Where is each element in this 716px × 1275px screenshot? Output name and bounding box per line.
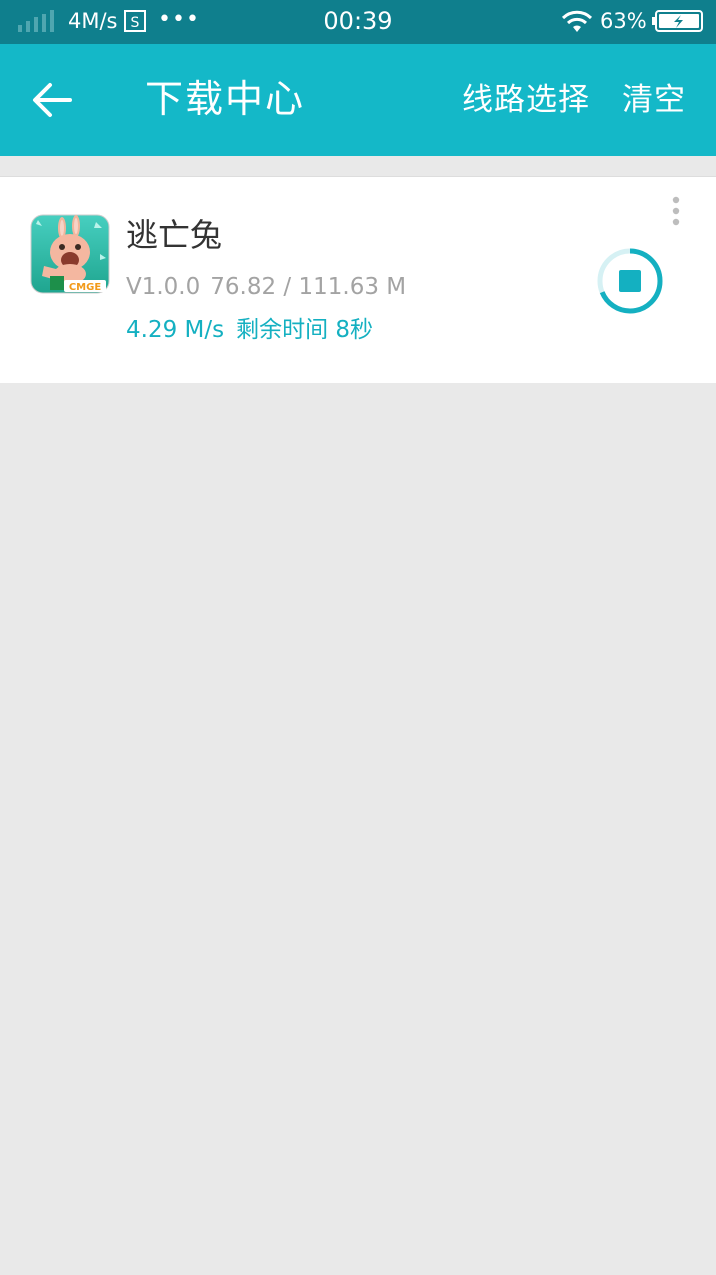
clear-button[interactable]: 清空 bbox=[622, 80, 686, 120]
battery-charging-icon bbox=[652, 10, 703, 32]
more-vertical-icon[interactable] bbox=[664, 195, 688, 229]
wifi-icon bbox=[561, 10, 593, 32]
download-status: 4.29 M/s 剩余时间 8秒 bbox=[126, 315, 385, 345]
status-bar: 4M/s S ••• 00:39 63% bbox=[0, 0, 716, 44]
stop-download-button[interactable] bbox=[596, 247, 664, 315]
stop-icon bbox=[619, 270, 641, 292]
route-select-button[interactable]: 线路选择 bbox=[462, 80, 590, 120]
download-size: 76.82 / 111.63 M bbox=[210, 274, 407, 300]
battery-percentage: 63% bbox=[600, 9, 647, 33]
app-bar: 下载中心 线路选择 清空 bbox=[0, 44, 716, 156]
download-meta: V1.0.0 76.82 / 111.63 M bbox=[126, 272, 416, 302]
app-name: 逃亡兔 bbox=[126, 216, 223, 254]
app-icon-label: CMGE bbox=[69, 282, 101, 293]
download-speed: 4.29 M/s bbox=[126, 317, 225, 343]
download-item[interactable]: CMGE 逃亡兔 V1.0.0 76.82 / 111.63 M 4.29 M/s… bbox=[0, 177, 716, 383]
app-icon: CMGE bbox=[30, 214, 110, 294]
page-title: 下载中心 bbox=[145, 77, 306, 121]
app-version: V1.0.0 bbox=[126, 274, 201, 300]
remaining-time: 剩余时间 8秒 bbox=[236, 317, 374, 343]
back-arrow-icon[interactable] bbox=[30, 80, 74, 120]
